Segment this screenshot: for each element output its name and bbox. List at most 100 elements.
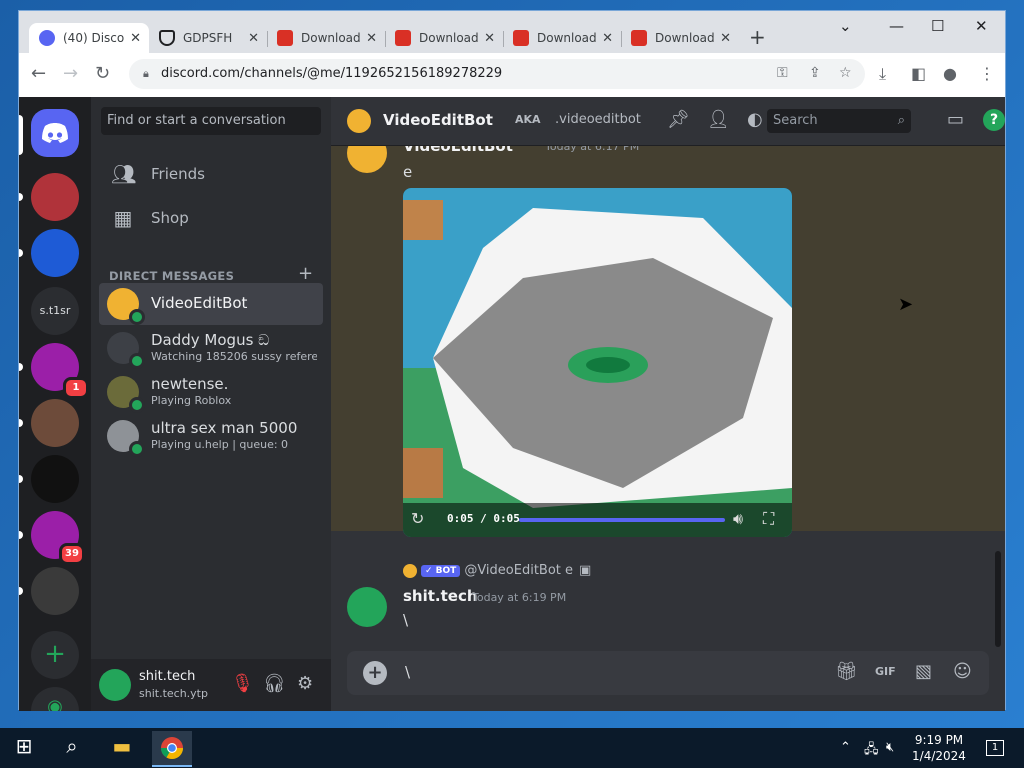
search-input[interactable]: Search ⌕ (767, 109, 911, 133)
help-icon[interactable]: ? (983, 109, 1005, 131)
dm-name: Daddy Mogus ඞ (151, 331, 270, 349)
create-dm-icon[interactable]: + (298, 263, 313, 284)
shield-favicon-icon (159, 30, 175, 46)
shop-nav[interactable]: ▦ Shop (99, 197, 323, 239)
close-window-icon[interactable]: ✕ (975, 17, 988, 35)
new-tab-button[interactable]: + (749, 25, 766, 49)
tab-discord[interactable]: (40) Disco ✕ (29, 23, 149, 53)
discover-icon[interactable]: ◉ (31, 687, 79, 711)
message-input[interactable]: \ (405, 663, 410, 681)
key-icon[interactable]: ⚿ (777, 65, 788, 81)
search-icon[interactable]: ⌕ (58, 734, 86, 762)
settings-gear-icon[interactable]: ⚙ (297, 673, 313, 694)
close-tab-icon[interactable]: ✕ (366, 31, 377, 46)
server-icon[interactable] (31, 455, 79, 503)
user-panel: shit.tech shit.tech.ytp 🎙︎ 🎧︎ ⚙ (91, 659, 331, 711)
profile-icon[interactable]: ● (943, 64, 957, 83)
video-attachment[interactable]: ↻ 0:05 / 0:05 🔊︎ ⛶ (403, 188, 792, 537)
volume-icon[interactable]: 🔊︎ (733, 509, 743, 529)
clock[interactable]: 9:19 PM 1/4/2024 (908, 732, 970, 764)
user-name: shit.tech (139, 669, 196, 684)
download-favicon-icon (395, 30, 411, 46)
headphones-icon[interactable]: 🎧︎ (263, 673, 286, 694)
close-tab-icon[interactable]: ✕ (720, 31, 731, 46)
video-frame (403, 188, 792, 537)
find-conversation-button[interactable]: Find or start a conversation (101, 107, 321, 135)
server-icon[interactable] (31, 399, 79, 447)
reply-reference[interactable]: ✓ BOT @VideoEditBot e ▣ (403, 563, 591, 578)
close-tab-icon[interactable]: ✕ (130, 31, 141, 46)
dm-name: ultra sex man 5000 (151, 419, 298, 437)
dm-item-daddy-mogus[interactable]: Daddy Mogus ඞ Watching 185206 sussy refe… (99, 327, 323, 369)
address-bar[interactable]: 🔒︎ discord.com/channels/@me/119265215618… (129, 59, 865, 89)
home-button[interactable] (31, 109, 79, 157)
header-name[interactable]: VideoEditBot (383, 111, 493, 129)
tab-download-2[interactable]: Download ✕ (385, 23, 503, 53)
header-alias: .videoeditbot (555, 112, 641, 127)
server-icon-st1sr[interactable]: s.t1sr (31, 287, 79, 335)
add-server-icon[interactable]: + (31, 631, 79, 679)
replay-icon[interactable]: ↻ (411, 509, 424, 528)
message-avatar[interactable] (347, 587, 387, 627)
url-text[interactable]: discord.com/channels/@me/119265215618927… (161, 66, 502, 81)
user-profile-icon[interactable]: ◐ (747, 109, 763, 130)
user-avatar[interactable] (99, 669, 131, 701)
server-icon[interactable] (31, 173, 79, 221)
close-tab-icon[interactable]: ✕ (602, 31, 613, 46)
dm-item-videoeditbot[interactable]: VideoEditBot (99, 283, 323, 325)
mute-mic-icon[interactable]: 🎙︎ (231, 673, 254, 694)
lock-icon: 🔒︎ (143, 67, 149, 80)
close-tab-icon[interactable]: ✕ (248, 31, 259, 46)
friends-label: Friends (151, 165, 205, 183)
inbox-icon[interactable]: ▭ (947, 109, 964, 130)
dm-item-newtense[interactable]: newtense. Playing Roblox (99, 371, 323, 413)
forward-icon[interactable]: → (63, 63, 78, 84)
server-icon[interactable] (31, 229, 79, 277)
gif-icon[interactable]: GIF (875, 665, 896, 678)
tab-download-3[interactable]: Download ✕ (503, 23, 621, 53)
notification-center-icon[interactable]: 1 (986, 740, 1004, 756)
maximize-icon[interactable]: ☐ (931, 17, 944, 35)
discord-logo-icon (42, 123, 68, 143)
minimize-icon[interactable]: — (889, 17, 904, 35)
fullscreen-icon[interactable]: ⛶ (763, 509, 774, 529)
chat-scrollbar[interactable] (995, 551, 1001, 647)
volume-muted-icon[interactable]: 🔇︎ (886, 740, 894, 755)
downloads-icon[interactable]: ⤓ (879, 64, 886, 84)
unread-indicator (19, 531, 23, 539)
download-favicon-icon (513, 30, 529, 46)
side-panel-icon[interactable]: ◧ (911, 64, 926, 83)
back-icon[interactable]: ← (31, 63, 46, 84)
tab-gdpsfh[interactable]: GDPSFH ✕ (149, 23, 267, 53)
video-progress-bar[interactable] (519, 518, 725, 522)
emoji-icon[interactable]: ☺ (953, 661, 972, 682)
tab-search-icon[interactable]: ⌄ (839, 17, 852, 35)
windows-start-icon[interactable]: ⊞ (10, 734, 38, 762)
dm-item-ultra[interactable]: ultra sex man 5000 Playing u.help | queu… (99, 415, 323, 457)
message-composer[interactable]: + \ 🎁︎ GIF ▧ ☺ (347, 651, 989, 695)
network-icon[interactable]: 🖧︎ (864, 740, 879, 762)
server-list: s.t1sr 1 39 + ◉ (19, 97, 91, 711)
mouse-cursor-icon: ➤ (898, 294, 914, 315)
sticker-icon[interactable]: ▧ (915, 661, 932, 682)
tray-chevron-icon[interactable]: ⌃ (840, 740, 851, 755)
pin-icon[interactable]: 📌︎ (667, 109, 690, 130)
close-tab-icon[interactable]: ✕ (484, 31, 495, 46)
image-icon: ▣ (579, 563, 592, 578)
attach-plus-icon[interactable]: + (363, 661, 387, 685)
chrome-taskbar-button[interactable] (152, 731, 192, 767)
tab-title: Download (537, 31, 597, 45)
gift-icon[interactable]: 🎁︎ (835, 661, 858, 682)
tab-download-4[interactable]: Download ✕ (621, 23, 739, 53)
tab-download-1[interactable]: Download ✕ (267, 23, 385, 53)
add-friend-icon[interactable]: 👤︎ (707, 109, 730, 130)
share-icon[interactable]: ⇪ (809, 65, 821, 81)
server-icon[interactable] (31, 567, 79, 615)
message-author[interactable]: shit.tech (403, 587, 478, 605)
menu-icon[interactable]: ⋮ (979, 64, 995, 83)
friends-nav[interactable]: 👥︎ Friends (99, 153, 323, 195)
reload-icon[interactable]: ↻ (95, 63, 110, 84)
file-explorer-icon[interactable]: ▬ (108, 734, 136, 762)
bookmark-star-icon[interactable]: ☆ (839, 65, 852, 81)
taskbar: ⊞ ⌕ ▬ ⌃ 🖧︎ 🔇︎ 9:19 PM 1/4/2024 1 (0, 728, 1024, 768)
